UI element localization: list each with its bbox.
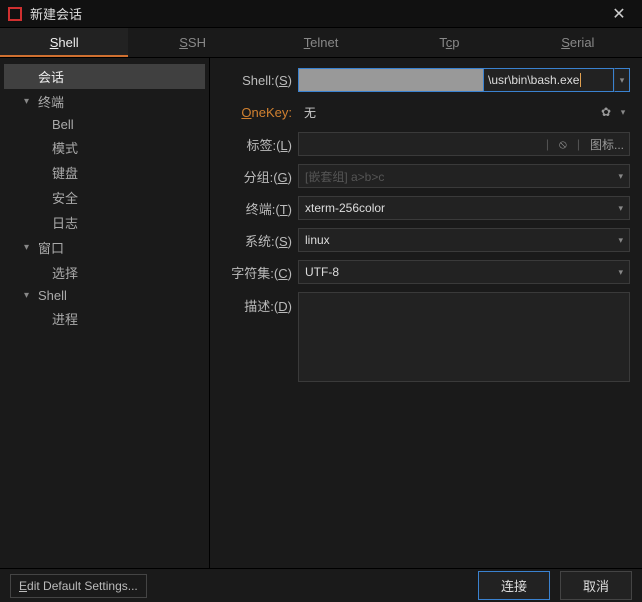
- sidebar-item-3[interactable]: 模式: [4, 135, 205, 160]
- group-label: 分组:(G): [222, 167, 298, 186]
- sidebar-item-label: 安全: [52, 188, 78, 207]
- app-logo-icon: [8, 7, 22, 21]
- sidebar-item-6[interactable]: 日志: [4, 210, 205, 235]
- sidebar-item-label: 键盘: [52, 163, 78, 182]
- tab-serial[interactable]: Serial: [514, 28, 642, 57]
- sidebar-item-label: 选择: [52, 263, 78, 282]
- sidebar-item-label: 会话: [38, 67, 64, 86]
- sidebar-item-1[interactable]: ▾终端: [4, 89, 205, 114]
- close-button[interactable]: ✕: [604, 4, 634, 24]
- chevron-down-icon: ▾: [24, 242, 38, 253]
- icon-picker-button[interactable]: 图标...: [590, 136, 624, 153]
- sidebar-item-2[interactable]: Bell: [4, 114, 205, 135]
- session-form: Shell:(S) \usr\bin\bash.exe ▾ OneKey: 无 …: [210, 58, 642, 568]
- sidebar-item-label: 窗口: [38, 238, 64, 257]
- description-textarea[interactable]: [298, 292, 630, 382]
- separator: |: [546, 137, 549, 151]
- group-select[interactable]: [嵌套组] a>b>c▾: [298, 164, 630, 188]
- window-title: 新建会话: [30, 4, 604, 23]
- gear-icon[interactable]: ✿: [596, 105, 616, 119]
- shell-path-prefix[interactable]: [298, 68, 484, 92]
- chevron-down-icon: ▾: [24, 290, 38, 301]
- tag-label: 标签:(L): [222, 135, 298, 154]
- sidebar-item-9[interactable]: ▾Shell: [4, 285, 205, 306]
- tag-reset-icon[interactable]: ⦸: [559, 137, 567, 152]
- settings-sidebar: 会话▾终端Bell模式键盘安全日志▾窗口选择▾Shell进程: [0, 58, 210, 568]
- onekey-label: OneKey:: [222, 105, 298, 120]
- description-label: 描述:(D): [222, 292, 298, 315]
- sidebar-item-8[interactable]: 选择: [4, 260, 205, 285]
- shell-label: Shell:(S): [222, 73, 298, 88]
- session-type-tabs: Shell SSH Telnet Tcp Serial: [0, 28, 642, 58]
- terminal-select[interactable]: xterm-256color▾: [298, 196, 630, 220]
- sidebar-item-label: 进程: [52, 309, 78, 328]
- tab-telnet[interactable]: Telnet: [257, 28, 385, 57]
- sidebar-item-label: 终端: [38, 92, 64, 111]
- sidebar-item-label: Shell: [38, 288, 67, 303]
- tab-shell[interactable]: Shell: [0, 28, 128, 57]
- sidebar-item-5[interactable]: 安全: [4, 185, 205, 210]
- shell-path-input[interactable]: \usr\bin\bash.exe: [484, 68, 614, 92]
- tab-ssh[interactable]: SSH: [128, 28, 256, 57]
- terminal-label: 终端:(T): [222, 199, 298, 218]
- edit-defaults-button[interactable]: Edit Default Settings...: [10, 574, 147, 598]
- charset-label: 字符集:(C): [222, 263, 298, 282]
- sidebar-item-label: 日志: [52, 213, 78, 232]
- system-select[interactable]: linux▾: [298, 228, 630, 252]
- sidebar-item-7[interactable]: ▾窗口: [4, 235, 205, 260]
- connect-button[interactable]: 连接: [478, 571, 550, 600]
- sidebar-item-0[interactable]: 会话: [4, 64, 205, 89]
- sidebar-item-label: Bell: [52, 117, 74, 132]
- charset-select[interactable]: UTF-8▾: [298, 260, 630, 284]
- sidebar-item-4[interactable]: 键盘: [4, 160, 205, 185]
- separator: |: [577, 137, 580, 151]
- shell-dropdown-button[interactable]: ▾: [614, 68, 630, 92]
- cancel-button[interactable]: 取消: [560, 571, 632, 600]
- sidebar-item-10[interactable]: 进程: [4, 306, 205, 331]
- onekey-dropdown-button[interactable]: ▾: [616, 107, 630, 118]
- onekey-value[interactable]: 无: [298, 100, 596, 124]
- system-label: 系统:(S): [222, 231, 298, 250]
- sidebar-item-label: 模式: [52, 138, 78, 157]
- chevron-down-icon: ▾: [24, 96, 38, 107]
- tab-tcp[interactable]: Tcp: [385, 28, 513, 57]
